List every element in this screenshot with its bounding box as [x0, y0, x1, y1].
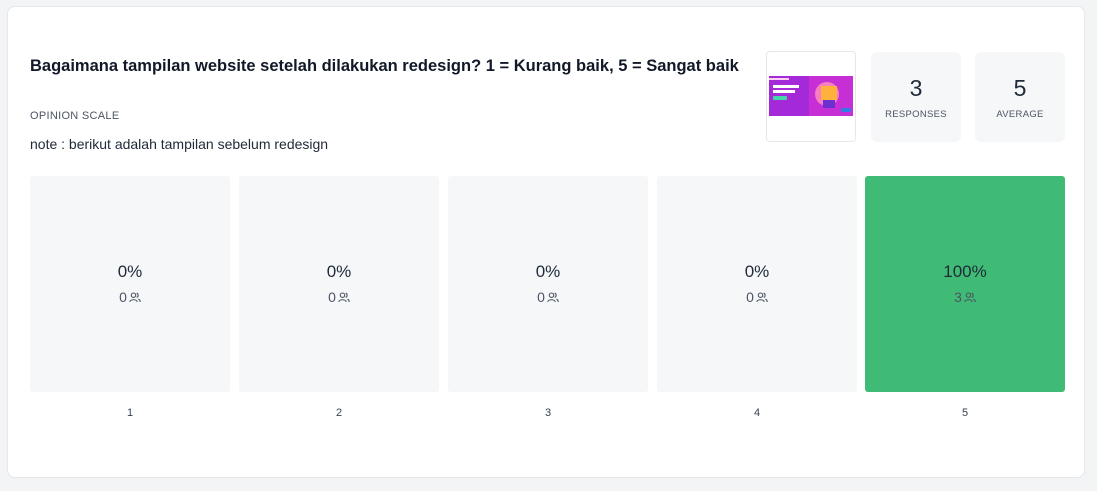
users-icon — [964, 292, 976, 303]
question-image-thumbnail[interactable] — [766, 51, 856, 142]
option-count-value: 0 — [537, 289, 545, 305]
scale-label-5: 5 — [961, 407, 969, 419]
users-icon — [547, 292, 559, 303]
users-icon — [756, 292, 768, 303]
scale-option-3-bar: 0% 0 — [448, 176, 648, 392]
scale-option-5-bar: 100% 3 — [865, 176, 1065, 392]
option-percent: 0% — [744, 262, 770, 281]
responses-count: 3 — [909, 75, 923, 101]
option-percent: 0% — [326, 262, 352, 281]
responses-label: RESPONSES — [885, 109, 947, 120]
question-type-label: OPINION SCALE — [30, 110, 120, 122]
scale-option-1-bar: 0% 0 — [30, 176, 230, 392]
option-percent: 0% — [117, 262, 143, 281]
option-count-value: 0 — [328, 289, 336, 305]
website-screenshot-image — [767, 52, 855, 141]
option-count: 0 — [448, 289, 648, 305]
scale-option-4-bar: 0% 0 — [657, 176, 857, 392]
option-percent: 0% — [535, 262, 561, 281]
users-icon — [338, 292, 350, 303]
average-value: 5 — [1013, 75, 1027, 101]
question-summary-card: Bagaimana tampilan website setelah dilak… — [7, 6, 1085, 478]
option-count-value: 0 — [746, 289, 754, 305]
responses-stat: 3 RESPONSES — [871, 52, 961, 142]
option-count: 0 — [657, 289, 857, 305]
option-count: 0 — [30, 289, 230, 305]
option-count-value: 0 — [119, 289, 127, 305]
option-percent: 100% — [943, 262, 987, 281]
scale-label-3: 3 — [544, 407, 552, 419]
scale-label-1: 1 — [126, 407, 134, 419]
question-note: note : berikut adalah tampilan sebelum r… — [30, 136, 329, 152]
users-icon — [129, 292, 141, 303]
question-title: Bagaimana tampilan website setelah dilak… — [30, 57, 739, 75]
average-label: AVERAGE — [996, 109, 1044, 120]
scale-label-4: 4 — [753, 407, 761, 419]
option-count: 0 — [239, 289, 439, 305]
scale-label-2: 2 — [335, 407, 343, 419]
average-stat: 5 AVERAGE — [975, 52, 1065, 142]
option-count: 3 — [865, 289, 1065, 305]
scale-option-2-bar: 0% 0 — [239, 176, 439, 392]
option-count-value: 3 — [954, 289, 962, 305]
